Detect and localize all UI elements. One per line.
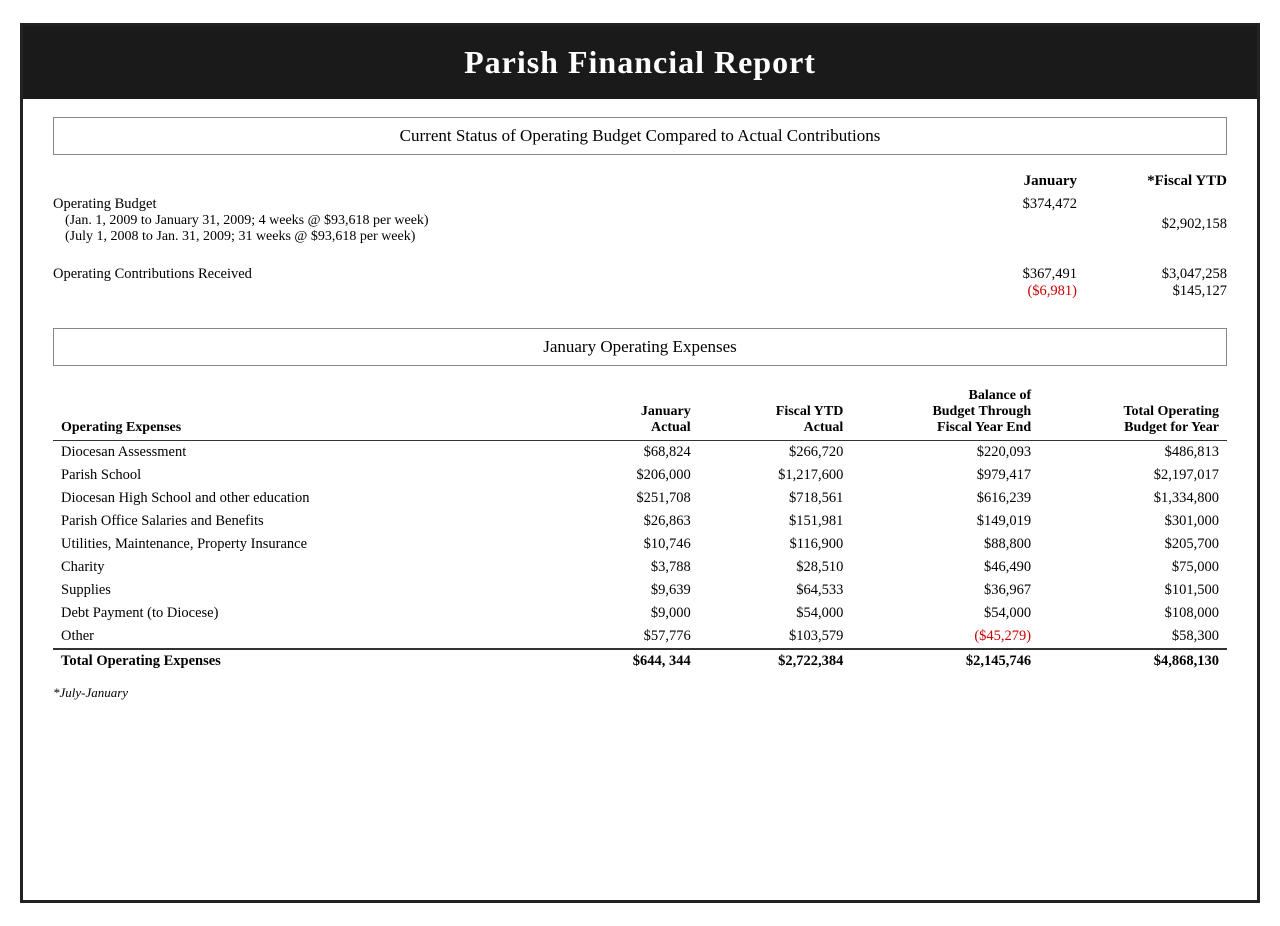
expense-ytd: $116,900 [699, 533, 852, 556]
col-header-operating-expenses: Operating Expenses [53, 384, 546, 441]
expense-balance: $54,000 [851, 602, 1039, 625]
expense-ytd: $103,579 [699, 625, 852, 649]
expenses-title: January Operating Expenses [53, 328, 1227, 366]
contributions-ytd-diff-value: $145,127 [1097, 283, 1227, 300]
expense-total: $75,000 [1039, 556, 1227, 579]
total-january_actual: $644, 344 [546, 649, 699, 673]
total-balance: $2,145,746 [851, 649, 1039, 673]
total-label: Total Operating Expenses [53, 649, 546, 673]
footnote: *July-January [53, 685, 1227, 701]
total-fiscal_ytd: $2,722,384 [699, 649, 852, 673]
expense-january: $206,000 [546, 464, 699, 487]
expense-january: $68,824 [546, 441, 699, 465]
total-row: Total Operating Expenses$644, 344$2,722,… [53, 649, 1227, 673]
table-row: Supplies$9,639$64,533$36,967$101,500 [53, 579, 1227, 602]
contributions-diff-value: ($6,981) [967, 283, 1077, 300]
expense-ytd: $64,533 [699, 579, 852, 602]
report-header: Parish Financial Report [23, 26, 1257, 99]
contributions-ytd-value: $3,047,258 [1097, 266, 1227, 283]
expenses-header-row: Operating Expenses JanuaryActual Fiscal … [53, 384, 1227, 441]
expense-ytd: $151,981 [699, 510, 852, 533]
expense-january: $9,000 [546, 602, 699, 625]
operating-budget-sub-label-2: (July 1, 2008 to Jan. 31, 2009; 31 weeks… [53, 229, 967, 245]
operating-budget-row: Operating Budget (Jan. 1, 2009 to Januar… [53, 196, 1227, 245]
expenses-table: Operating Expenses JanuaryActual Fiscal … [53, 384, 1227, 673]
expense-label: Other [53, 625, 546, 649]
expense-total: $486,813 [1039, 441, 1227, 465]
expense-total: $1,334,800 [1039, 487, 1227, 510]
expense-balance: $616,239 [851, 487, 1039, 510]
table-row: Other$57,776$103,579($45,279)$58,300 [53, 625, 1227, 649]
expense-balance: $36,967 [851, 579, 1039, 602]
col-header-total-budget: Total OperatingBudget for Year [1039, 384, 1227, 441]
operating-budget-title: Current Status of Operating Budget Compa… [53, 117, 1227, 155]
table-row: Parish School$206,000$1,217,600$979,417$… [53, 464, 1227, 487]
table-row: Parish Office Salaries and Benefits$26,8… [53, 510, 1227, 533]
operating-budget-ytd-value: $2,902,158 [1097, 216, 1227, 233]
expense-january: $251,708 [546, 487, 699, 510]
table-row: Diocesan High School and other education… [53, 487, 1227, 510]
report-container: Parish Financial Report Current Status o… [20, 23, 1260, 903]
expense-total: $205,700 [1039, 533, 1227, 556]
expense-balance: ($45,279) [851, 625, 1039, 649]
table-row: Utilities, Maintenance, Property Insuran… [53, 533, 1227, 556]
expense-total: $2,197,017 [1039, 464, 1227, 487]
operating-budget-sub-label-1: (Jan. 1, 2009 to January 31, 2009; 4 wee… [53, 213, 967, 229]
expense-ytd: $1,217,600 [699, 464, 852, 487]
contributions-label: Operating Contributions Received [53, 266, 967, 300]
expense-balance: $46,490 [851, 556, 1039, 579]
expense-total: $108,000 [1039, 602, 1227, 625]
col-header-jan-actual: JanuaryActual [546, 384, 699, 441]
expense-label: Charity [53, 556, 546, 579]
expenses-section: January Operating Expenses Operating Exp… [53, 328, 1227, 701]
expense-total: $301,000 [1039, 510, 1227, 533]
table-row: Charity$3,788$28,510$46,490$75,000 [53, 556, 1227, 579]
expense-ytd: $266,720 [699, 441, 852, 465]
operating-budget-label: Operating Budget (Jan. 1, 2009 to Januar… [53, 196, 967, 245]
contributions-row: Operating Contributions Received $367,49… [53, 266, 1227, 300]
total-total: $4,868,130 [1039, 649, 1227, 673]
operating-budget-january-value: $374,472 [967, 196, 1077, 213]
expense-total: $58,300 [1039, 625, 1227, 649]
expense-label: Supplies [53, 579, 546, 602]
expense-balance: $88,800 [851, 533, 1039, 556]
expense-label: Parish Office Salaries and Benefits [53, 510, 546, 533]
expense-balance: $220,093 [851, 441, 1039, 465]
expense-total: $101,500 [1039, 579, 1227, 602]
col-header-fiscal-ytd: Fiscal YTDActual [699, 384, 852, 441]
operating-budget-main-label: Operating Budget [53, 196, 967, 213]
report-title: Parish Financial Report [43, 44, 1237, 81]
operating-budget-section: Current Status of Operating Budget Compa… [53, 117, 1227, 300]
report-body: Current Status of Operating Budget Compa… [23, 99, 1257, 721]
col-header-january: January [967, 173, 1097, 190]
expense-ytd: $718,561 [699, 487, 852, 510]
expense-label: Diocesan Assessment [53, 441, 546, 465]
expense-label: Debt Payment (to Diocese) [53, 602, 546, 625]
table-row: Debt Payment (to Diocese)$9,000$54,000$5… [53, 602, 1227, 625]
expense-ytd: $28,510 [699, 556, 852, 579]
col-header-ytd: *Fiscal YTD [1097, 173, 1227, 190]
expense-january: $57,776 [546, 625, 699, 649]
contributions-january-value: $367,491 [967, 266, 1077, 283]
expense-balance: $979,417 [851, 464, 1039, 487]
expense-label: Utilities, Maintenance, Property Insuran… [53, 533, 546, 556]
expense-label: Parish School [53, 464, 546, 487]
expense-label: Diocesan High School and other education [53, 487, 546, 510]
expense-january: $3,788 [546, 556, 699, 579]
expense-january: $26,863 [546, 510, 699, 533]
table-row: Diocesan Assessment$68,824$266,720$220,0… [53, 441, 1227, 465]
col-header-balance: Balance ofBudget ThroughFiscal Year End [851, 384, 1039, 441]
expense-january: $10,746 [546, 533, 699, 556]
expense-january: $9,639 [546, 579, 699, 602]
expense-ytd: $54,000 [699, 602, 852, 625]
expense-balance: $149,019 [851, 510, 1039, 533]
